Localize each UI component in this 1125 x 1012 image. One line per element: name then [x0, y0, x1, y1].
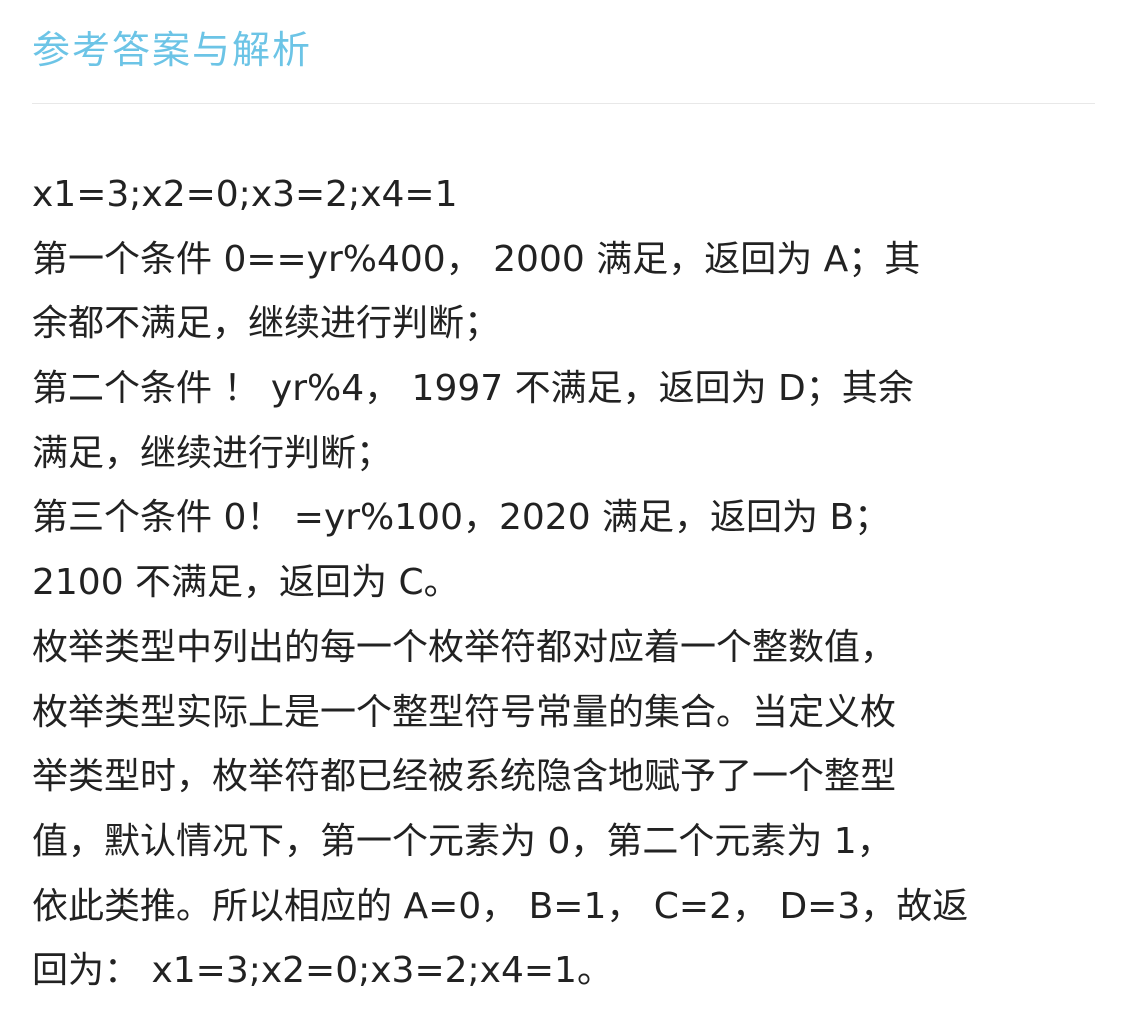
answer-explanation: x1=3;x2=0;x3=2;x4=1 第一个条件 0==yr%400， 200…: [32, 163, 1102, 1004]
text-line: 依此类推。所以相应的 A=0， B=1， C=2， D=3，故返: [32, 885, 969, 927]
text-line: 枚举类型中列出的每一个枚举符都对应着一个整数值，: [32, 626, 897, 668]
divider: [32, 103, 1095, 104]
text-line: 回为： x1=3;x2=0;x3=2;x4=1。: [32, 950, 613, 992]
text-line: 值，默认情况下，第一个元素为 0，第二个元素为 1，: [32, 820, 893, 862]
section-title: 参考答案与解析: [32, 28, 313, 72]
text-line: 2100 不满足，返回为 C。: [32, 562, 460, 604]
text-line: x1=3;x2=0;x3=2;x4=1: [32, 174, 458, 215]
text-line: 余都不满足，继续进行判断；: [32, 303, 501, 345]
text-line: 第二个条件 ！ yr%4， 1997 不满足，返回为 D；其余: [32, 368, 914, 410]
text-line: 举类型时，枚举符都已经被系统隐含地赋予了一个整型: [32, 756, 897, 798]
text-line: 第三个条件 0！ =yr%100，2020 满足，返回为 B；: [32, 497, 891, 539]
text-line: 满足，继续进行判断；: [32, 432, 393, 474]
text-line: 第一个条件 0==yr%400， 2000 满足，返回为 A；其: [32, 238, 921, 280]
text-line: 枚举类型实际上是一个整型符号常量的集合。当定义枚: [32, 691, 897, 733]
